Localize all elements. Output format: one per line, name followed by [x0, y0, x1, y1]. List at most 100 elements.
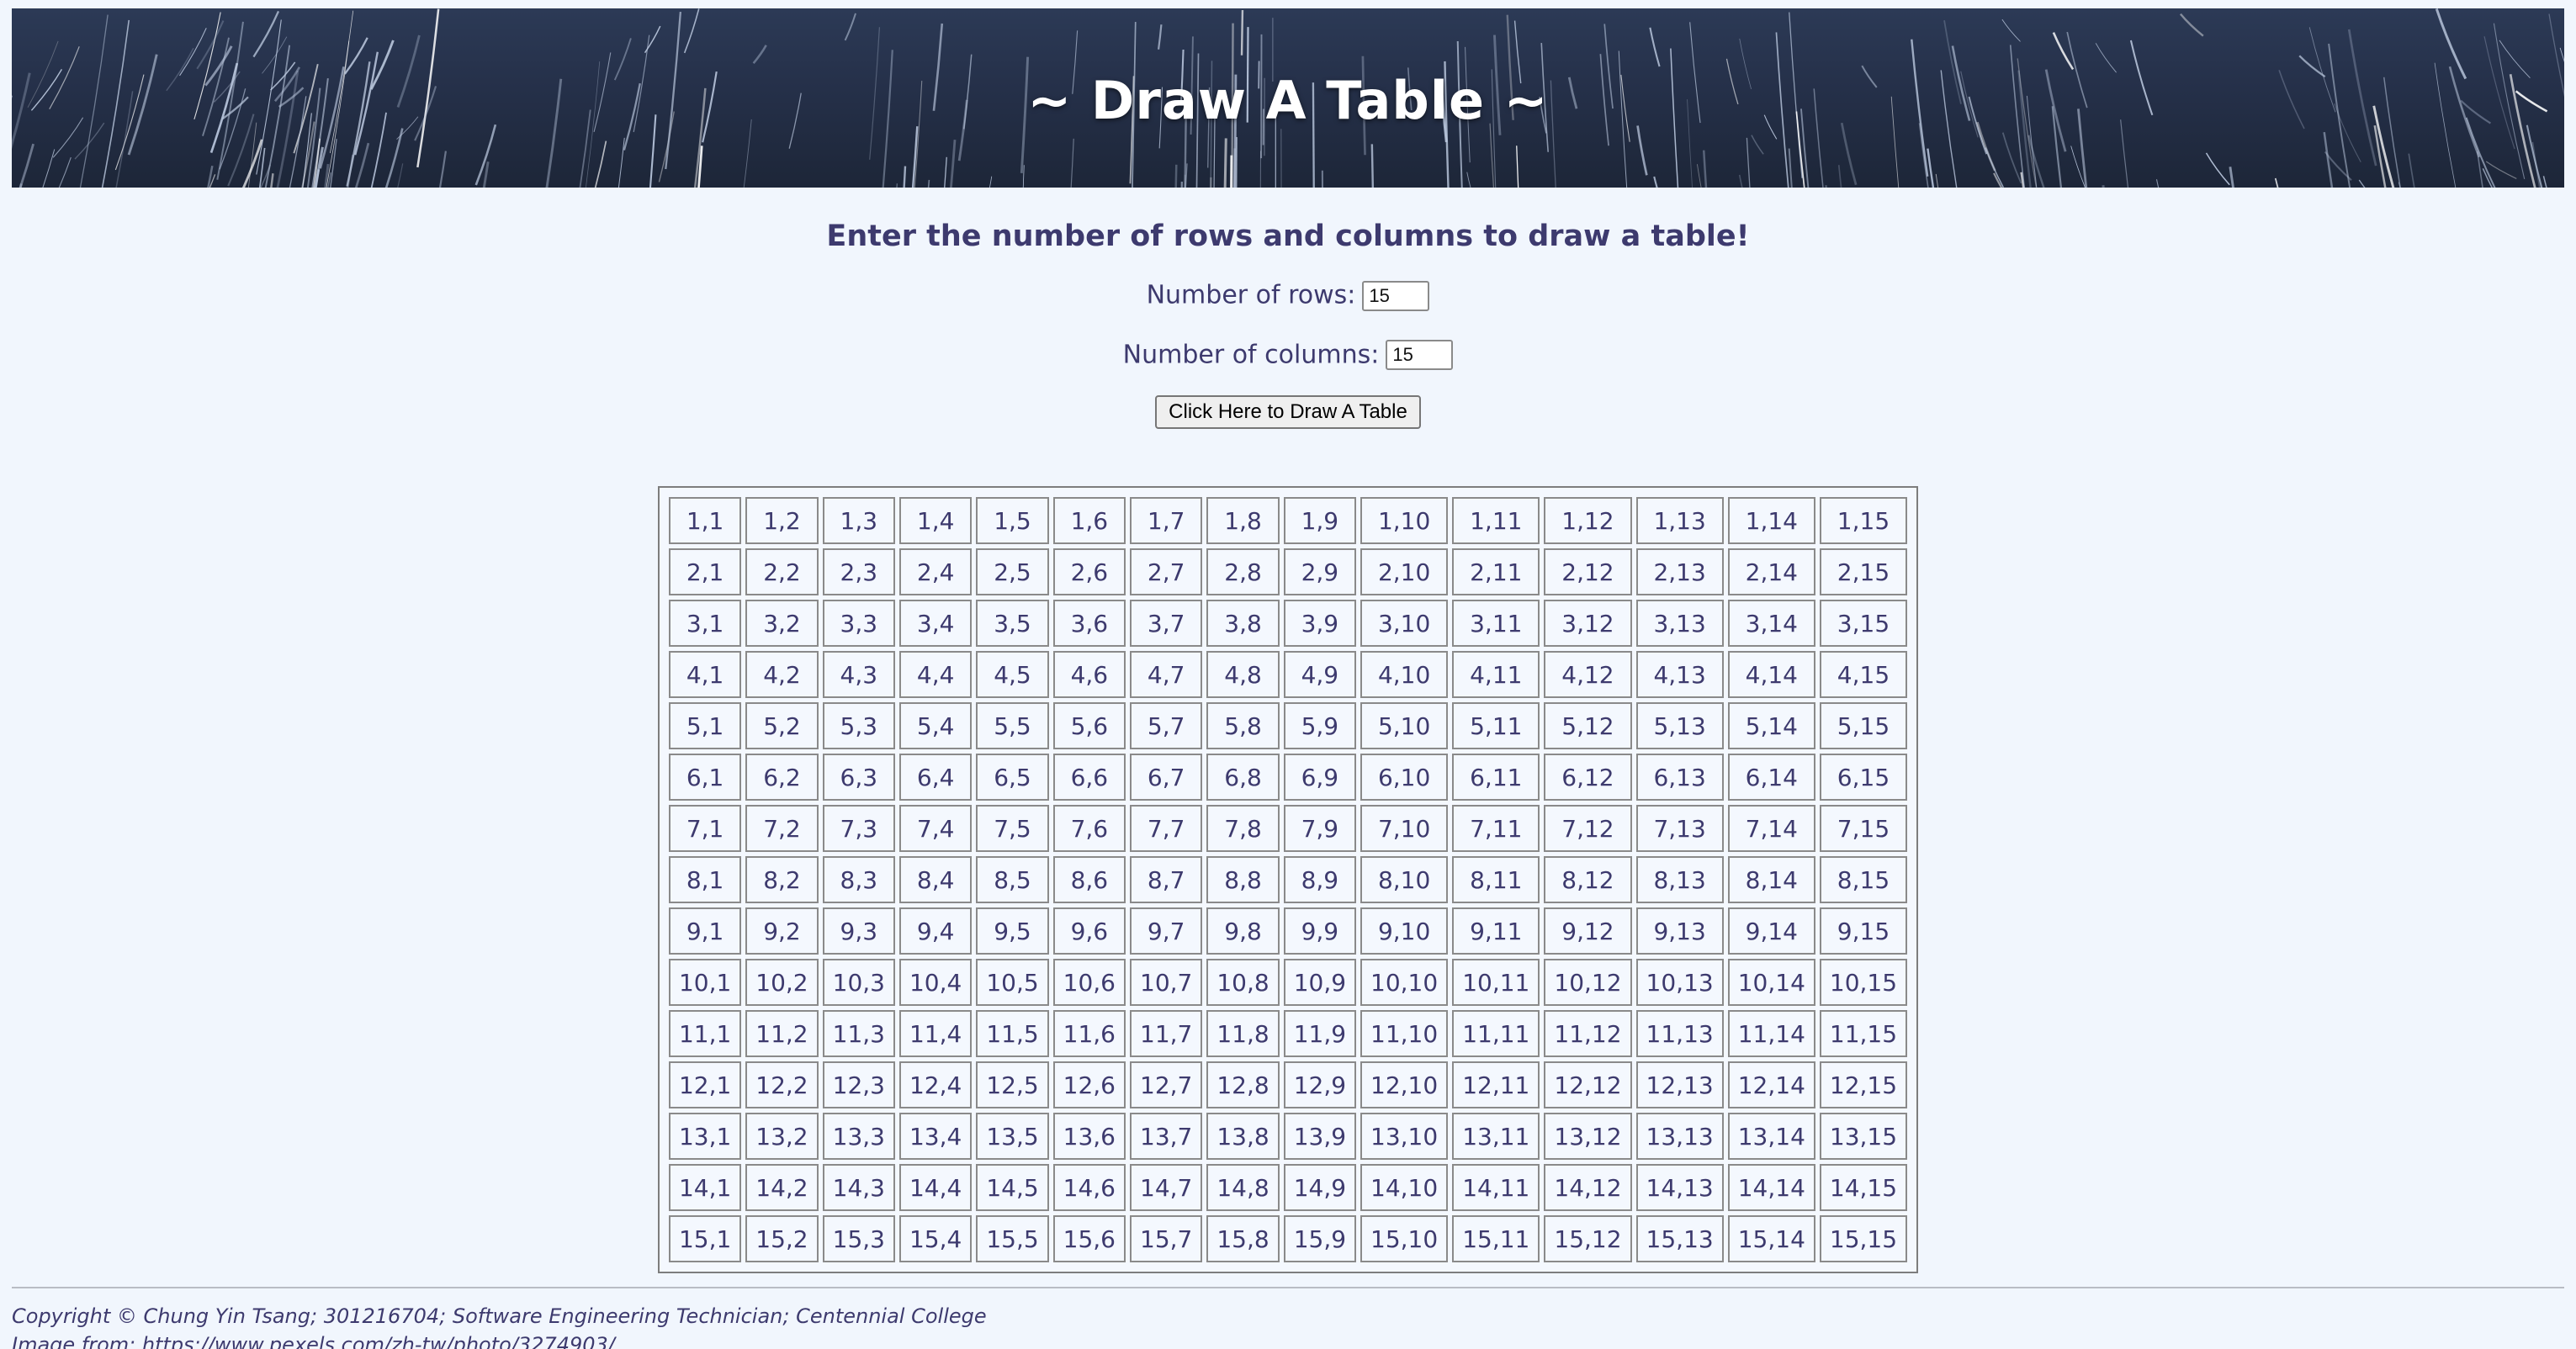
table-cell: 9,15	[1819, 907, 1908, 955]
columns-input[interactable]	[1386, 340, 1454, 370]
table-cell: 3,15	[1819, 600, 1908, 647]
table-cell: 2,8	[1206, 548, 1280, 595]
table-cell: 15,15	[1819, 1215, 1908, 1262]
star-trail	[1240, 9, 1244, 56]
page: ~ Draw A Table ~ Enter the number of row…	[0, 0, 2576, 1349]
table-cell: 4,12	[1544, 651, 1632, 698]
star-trail	[2323, 131, 2334, 188]
table-cell: 6,14	[1727, 754, 1815, 801]
table-cell: 14,3	[822, 1164, 895, 1211]
table-cell: 5,11	[1452, 702, 1540, 749]
table-cell: 2,5	[976, 548, 1049, 595]
table-cell: 13,8	[1206, 1113, 1280, 1160]
table-cell: 7,5	[976, 805, 1049, 852]
footer-divider	[12, 1287, 2564, 1288]
star-trail	[2102, 185, 2105, 188]
table-cell: 8,6	[1052, 856, 1126, 903]
table-cell: 7,12	[1544, 805, 1632, 852]
star-trail	[438, 151, 448, 188]
rows-input[interactable]	[1362, 280, 1430, 311]
table-cell: 3,4	[898, 600, 973, 647]
table-cell: 6,13	[1635, 754, 1724, 801]
star-trail	[752, 45, 767, 65]
table-cell: 12,13	[1635, 1061, 1724, 1108]
table-cell: 2,2	[745, 548, 819, 595]
table-cell: 2,10	[1360, 548, 1449, 595]
table-cell: 8,11	[1452, 856, 1540, 903]
table-cell: 13,14	[1727, 1113, 1815, 1160]
star-trail	[903, 166, 907, 188]
star-trail	[617, 137, 625, 188]
table-cell: 8,14	[1727, 856, 1815, 903]
table-cell: 5,4	[898, 702, 973, 749]
table-cell: 3,2	[745, 600, 819, 647]
table-cell: 8,12	[1544, 856, 1632, 903]
table-cell: 8,15	[1819, 856, 1908, 903]
star-trail	[19, 183, 23, 188]
table-cell: 6,3	[822, 754, 895, 801]
star-trail	[911, 126, 919, 188]
table-cell: 10,6	[1052, 959, 1126, 1006]
table-cell: 10,5	[976, 959, 1049, 1006]
table-cell: 7,4	[898, 805, 973, 852]
table-cell: 14,10	[1360, 1164, 1449, 1211]
table-cell: 6,5	[976, 754, 1049, 801]
table-cell: 15,3	[822, 1215, 895, 1262]
table-cell: 12,4	[898, 1061, 973, 1108]
footer: Copyright © Chung Yin Tsang; 301216704; …	[12, 1302, 2564, 1349]
table-row: 14,1 14,2 14,3 14,4 14,5 14,6 14,7 14,8 14,9 14,1…	[668, 1164, 1908, 1211]
table-cell: 5,10	[1360, 702, 1449, 749]
table-cell: 4,9	[1283, 651, 1357, 698]
table-cell: 5,7	[1130, 702, 1203, 749]
table-cell: 8,2	[745, 856, 819, 903]
table-cell: 1,15	[1819, 497, 1908, 544]
table-cell: 6,4	[898, 754, 973, 801]
star-trail	[989, 176, 993, 188]
table-cell: 1,3	[822, 497, 895, 544]
table-cell: 7,6	[1052, 805, 1126, 852]
rows-label: Number of rows:	[1146, 280, 1356, 310]
table-cell: 4,5	[976, 651, 1049, 698]
table-cell: 11,8	[1206, 1010, 1280, 1057]
star-trail	[252, 10, 280, 58]
star-trail	[1174, 164, 1178, 188]
table-cell: 1,14	[1727, 497, 1815, 544]
table-container: 1,1 1,2 1,3 1,4 1,5 1,6 1,7 1,8 1,9 1,10 1,11 1,12 1…	[12, 486, 2564, 1273]
table-cell: 15,7	[1130, 1215, 1203, 1262]
table-cell: 11,12	[1544, 1010, 1632, 1057]
page-title: ~ Draw A Table ~	[1027, 70, 1549, 131]
star-trail	[950, 140, 957, 188]
columns-label: Number of columns:	[1122, 340, 1380, 369]
star-trail	[2229, 167, 2234, 188]
table-cell: 1,5	[976, 497, 1049, 544]
table-cell: 15,11	[1452, 1215, 1540, 1262]
table-cell: 13,7	[1130, 1113, 1203, 1160]
star-trail	[1223, 138, 1227, 188]
draw-table-button[interactable]: Click Here to Draw A Table	[1155, 395, 1421, 429]
star-trail	[2179, 13, 2204, 37]
table-cell: 11,14	[1727, 1010, 1815, 1057]
star-trail	[42, 149, 56, 188]
table-cell: 12,8	[1206, 1061, 1280, 1108]
table-cell: 15,9	[1283, 1215, 1357, 1262]
star-trail	[644, 25, 661, 54]
star-trail	[2095, 43, 2117, 73]
table-cell: 1,6	[1052, 497, 1126, 544]
table-cell: 15,12	[1544, 1215, 1632, 1262]
star-trail	[1935, 173, 1939, 188]
star-trail	[1751, 135, 1764, 155]
table-cell: 10,1	[668, 959, 742, 1006]
table-cell: 5,6	[1052, 702, 1126, 749]
table-cell: 10,13	[1635, 959, 1724, 1006]
table-cell: 3,6	[1052, 600, 1126, 647]
table-cell: 12,11	[1452, 1061, 1540, 1108]
table-cell: 13,12	[1544, 1113, 1632, 1160]
table-cell: 9,2	[745, 907, 819, 955]
table-cell: 1,1	[668, 497, 742, 544]
table-cell: 5,14	[1727, 702, 1815, 749]
table-cell: 14,11	[1452, 1164, 1540, 1211]
table-cell: 2,7	[1130, 548, 1203, 595]
table-cell: 3,11	[1452, 600, 1540, 647]
table-row: 2,1 2,2 2,3 2,4 2,5 2,6 2,7 2,8 2,9 2,10 2,11 2,12 2…	[668, 548, 1908, 595]
table-cell: 13,4	[898, 1113, 973, 1160]
